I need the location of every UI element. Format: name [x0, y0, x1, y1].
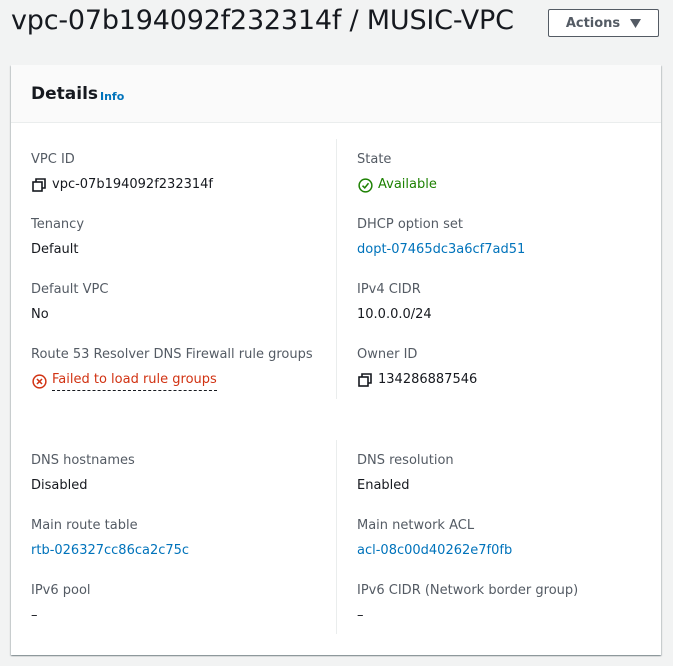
dns-hostnames-value: Disabled	[31, 478, 88, 493]
ipv6-cidr-value: –	[357, 608, 364, 623]
info-link[interactable]: Info	[100, 90, 124, 103]
field-main-network-acl: Main network ACL acl-08c00d40262e7f0fb	[357, 518, 647, 559]
field-dns-firewall-rule-groups: Route 53 Resolver DNS Firewall rule grou…	[31, 347, 331, 391]
field-ipv6-pool: IPv6 pool –	[31, 583, 321, 624]
details-title: Details	[31, 84, 99, 104]
field-label: IPv6 CIDR (Network border group)	[357, 583, 579, 598]
field-label: Tenancy	[31, 217, 85, 232]
field-vpc-id: VPC ID vpc-07b194092f232314f	[31, 152, 321, 193]
rule-groups-error[interactable]: Failed to load rule groups	[52, 372, 217, 391]
field-dhcp-option-set: DHCP option set dopt-07465dc3a6cf7ad51	[357, 217, 647, 258]
field-main-route-table: Main route table rtb-026327cc86ca2c75c	[31, 518, 321, 559]
field-label: Main network ACL	[357, 518, 475, 533]
main-route-table-link[interactable]: rtb-026327cc86ca2c75c	[31, 543, 189, 559]
copy-icon[interactable]	[31, 177, 47, 193]
field-ipv6-cidr: IPv6 CIDR (Network border group) –	[357, 583, 647, 624]
state-value: Available	[378, 177, 437, 192]
field-ipv4-cidr: IPv4 CIDR 10.0.0.0/24	[357, 282, 647, 323]
field-owner-id: Owner ID 134286887546	[357, 347, 647, 388]
check-circle-icon	[357, 177, 373, 193]
actions-button[interactable]: Actions	[548, 9, 659, 37]
field-label: VPC ID	[31, 152, 75, 167]
field-label: DNS resolution	[357, 453, 454, 468]
tenancy-value: Default	[31, 242, 79, 257]
field-label: IPv4 CIDR	[357, 282, 421, 297]
field-label: Owner ID	[357, 347, 418, 362]
dhcp-option-set-link[interactable]: dopt-07465dc3a6cf7ad51	[357, 242, 525, 258]
ipv4-cidr-value: 10.0.0.0/24	[357, 307, 432, 322]
field-state: State Available	[357, 152, 647, 193]
field-label: DHCP option set	[357, 217, 463, 232]
copy-icon[interactable]	[357, 372, 373, 388]
field-default-vpc: Default VPC No	[31, 282, 321, 323]
details-panel: Details Info VPC ID vpc-07b194092f232314…	[11, 65, 661, 655]
field-label: Default VPC	[31, 282, 109, 297]
field-label: DNS hostnames	[31, 453, 135, 468]
field-label: State	[357, 152, 392, 167]
column-divider	[336, 440, 337, 634]
field-tenancy: Tenancy Default	[31, 217, 321, 258]
main-network-acl-link[interactable]: acl-08c00d40262e7f0fb	[357, 543, 512, 559]
field-label: Main route table	[31, 518, 138, 533]
ipv6-pool-value: –	[31, 608, 38, 623]
field-label: IPv6 pool	[31, 583, 91, 598]
field-label: Route 53 Resolver DNS Firewall rule grou…	[31, 347, 313, 362]
details-panel-header: Details Info	[11, 65, 661, 123]
field-dns-hostnames: DNS hostnames Disabled	[31, 453, 321, 494]
column-divider	[336, 139, 337, 399]
field-dns-resolution: DNS resolution Enabled	[357, 453, 647, 494]
dns-resolution-value: Enabled	[357, 478, 410, 493]
x-circle-icon	[31, 374, 47, 390]
vpc-id-value: vpc-07b194092f232314f	[52, 177, 213, 192]
actions-button-label: Actions	[565, 15, 621, 31]
caret-down-icon	[630, 18, 642, 28]
default-vpc-value: No	[31, 307, 49, 322]
owner-id-value: 134286887546	[378, 372, 478, 387]
page-title: vpc-07b194092f232314f / MUSIC-VPC	[11, 5, 514, 36]
